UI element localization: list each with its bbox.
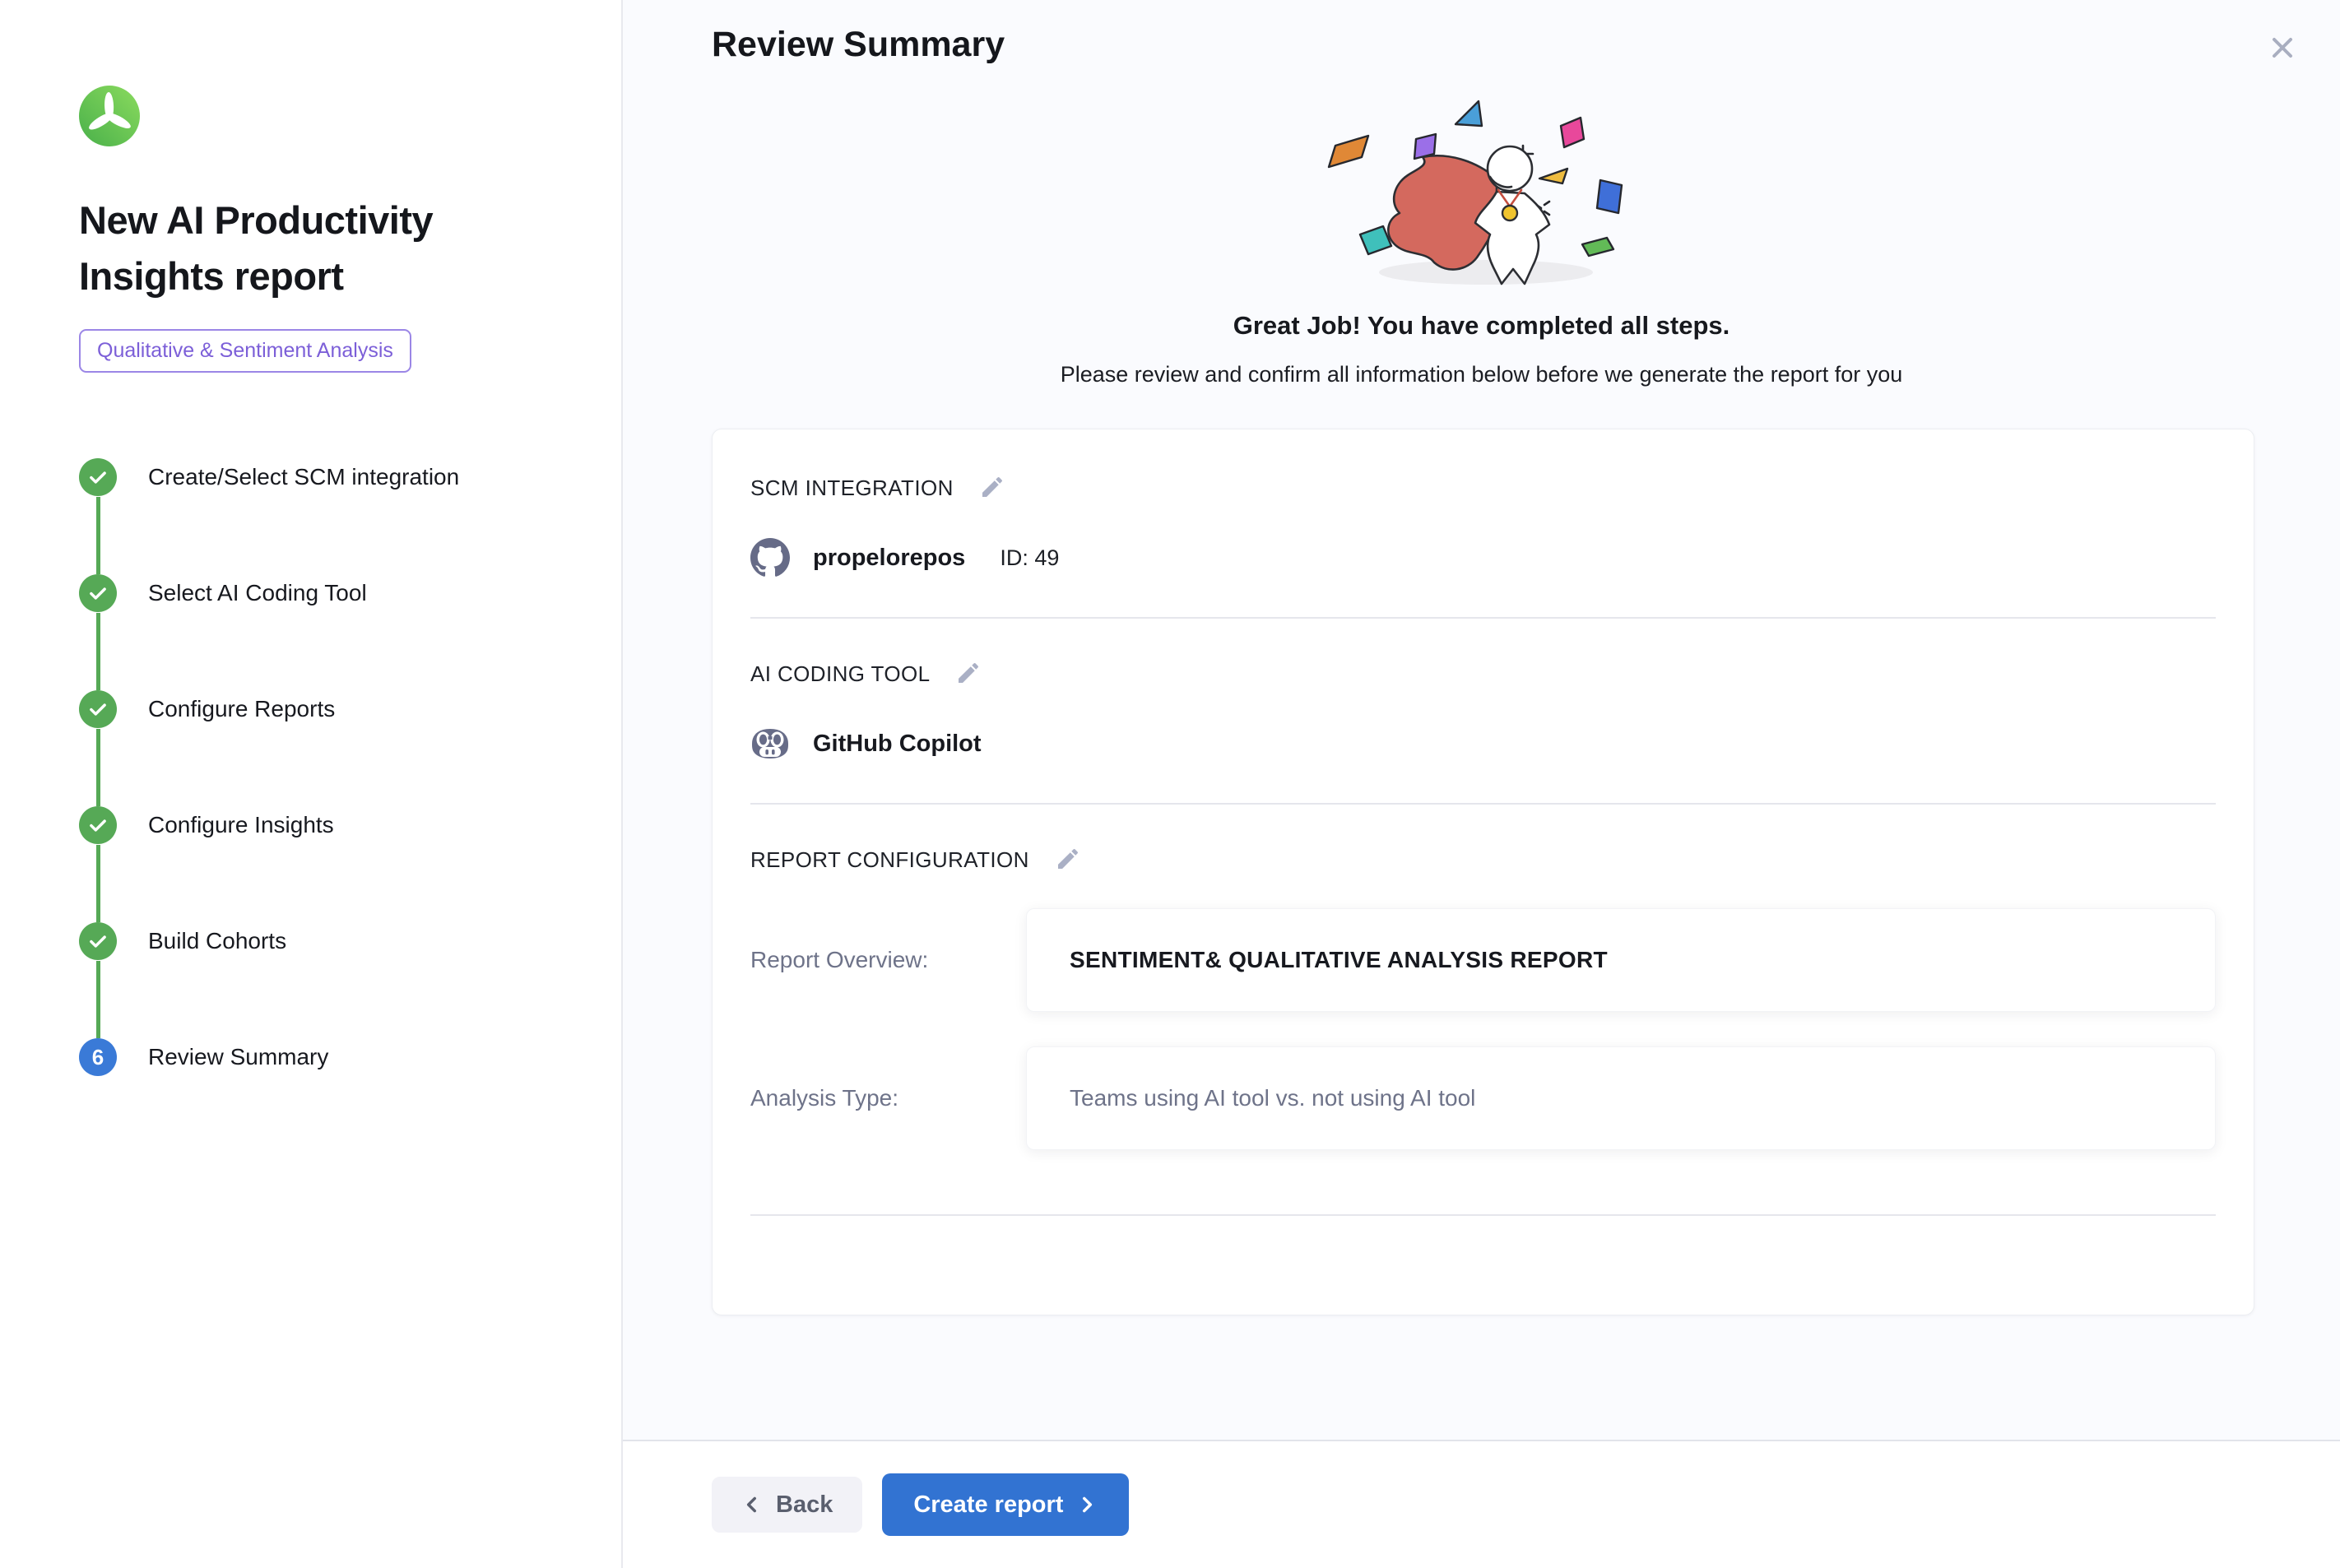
edit-pencil-icon[interactable]	[954, 660, 982, 688]
ai-tool-name: GitHub Copilot	[813, 731, 982, 758]
step-number-badge: 6	[79, 1038, 117, 1076]
summary-card: SCM INTEGRATION propelorepos ID: 49	[712, 429, 2254, 1315]
check-circle-icon	[79, 806, 117, 844]
step-label: Build Cohorts	[148, 922, 286, 960]
scm-integration-section: SCM INTEGRATION propelorepos ID: 49	[750, 474, 2216, 619]
github-icon	[750, 538, 790, 578]
step-create-select-scm[interactable]: Create/Select SCM integration	[79, 458, 572, 574]
congrats-title: Great Job! You have completed all steps.	[623, 311, 2340, 341]
congrats-subtitle: Please review and confirm all informatio…	[623, 362, 2340, 387]
scm-section-heading: SCM INTEGRATION	[750, 476, 954, 501]
chevron-left-icon	[741, 1494, 763, 1515]
back-button[interactable]: Back	[712, 1477, 862, 1533]
step-label: Review Summary	[148, 1038, 328, 1076]
report-overview-label: Report Overview:	[750, 947, 1026, 973]
propelo-logo-icon	[79, 86, 140, 146]
report-configuration-section: REPORT CONFIGURATION Report Overview: SE…	[750, 846, 2216, 1216]
divider	[750, 617, 2216, 619]
step-label: Configure Insights	[148, 806, 334, 844]
analysis-type-value: Teams using AI tool vs. not using AI too…	[1026, 1046, 2216, 1150]
ai-tool-section-heading: AI CODING TOOL	[750, 661, 930, 687]
check-circle-icon	[79, 458, 117, 496]
report-overview-row: Report Overview: SENTIMENT& QUALITATIVE …	[750, 908, 2216, 1012]
divider	[750, 1214, 2216, 1216]
check-circle-icon	[79, 690, 117, 728]
step-configure-reports[interactable]: Configure Reports	[79, 690, 572, 806]
analysis-type-label: Analysis Type:	[750, 1085, 1026, 1111]
step-label: Configure Reports	[148, 690, 335, 728]
analysis-type-row: Analysis Type: Teams using AI tool vs. n…	[750, 1046, 2216, 1150]
step-label: Select AI Coding Tool	[148, 574, 367, 612]
step-review-summary[interactable]: 6 Review Summary	[79, 1038, 572, 1076]
scm-integration-name: propelorepos	[813, 545, 965, 572]
wizard-steps: Create/Select SCM integration Select AI …	[79, 458, 572, 1076]
report-config-section-heading: REPORT CONFIGURATION	[750, 847, 1029, 873]
review-summary-content: Review Summary	[623, 0, 2340, 1440]
ai-coding-tool-section: AI CODING TOOL	[750, 660, 2216, 805]
close-icon[interactable]	[2264, 30, 2301, 66]
wizard-footer: Back Create report	[623, 1440, 2340, 1568]
create-report-button[interactable]: Create report	[882, 1473, 1129, 1536]
review-summary-panel: Review Summary	[623, 0, 2340, 1568]
celebration-illustration	[1293, 81, 1671, 299]
divider	[750, 803, 2216, 805]
app-window: New AI Productivity Insights report Qual…	[0, 0, 2340, 1568]
wizard-sidebar: New AI Productivity Insights report Qual…	[0, 0, 623, 1568]
scm-integration-id: ID: 49	[1000, 545, 1059, 571]
github-copilot-icon	[750, 724, 790, 763]
step-build-cohorts[interactable]: Build Cohorts	[79, 922, 572, 1038]
report-overview-value: SENTIMENT& QUALITATIVE ANALYSIS REPORT	[1026, 908, 2216, 1012]
page-title: Review Summary	[623, 0, 2340, 65]
wizard-title: New AI Productivity Insights report	[79, 193, 507, 304]
check-circle-icon	[79, 922, 117, 960]
step-select-ai-tool[interactable]: Select AI Coding Tool	[79, 574, 572, 690]
check-circle-icon	[79, 574, 117, 612]
edit-pencil-icon[interactable]	[1054, 846, 1082, 874]
step-label: Create/Select SCM integration	[148, 458, 459, 496]
analysis-type-badge: Qualitative & Sentiment Analysis	[79, 329, 411, 373]
edit-pencil-icon[interactable]	[978, 474, 1006, 502]
step-configure-insights[interactable]: Configure Insights	[79, 806, 572, 922]
chevron-right-icon	[1076, 1494, 1098, 1515]
